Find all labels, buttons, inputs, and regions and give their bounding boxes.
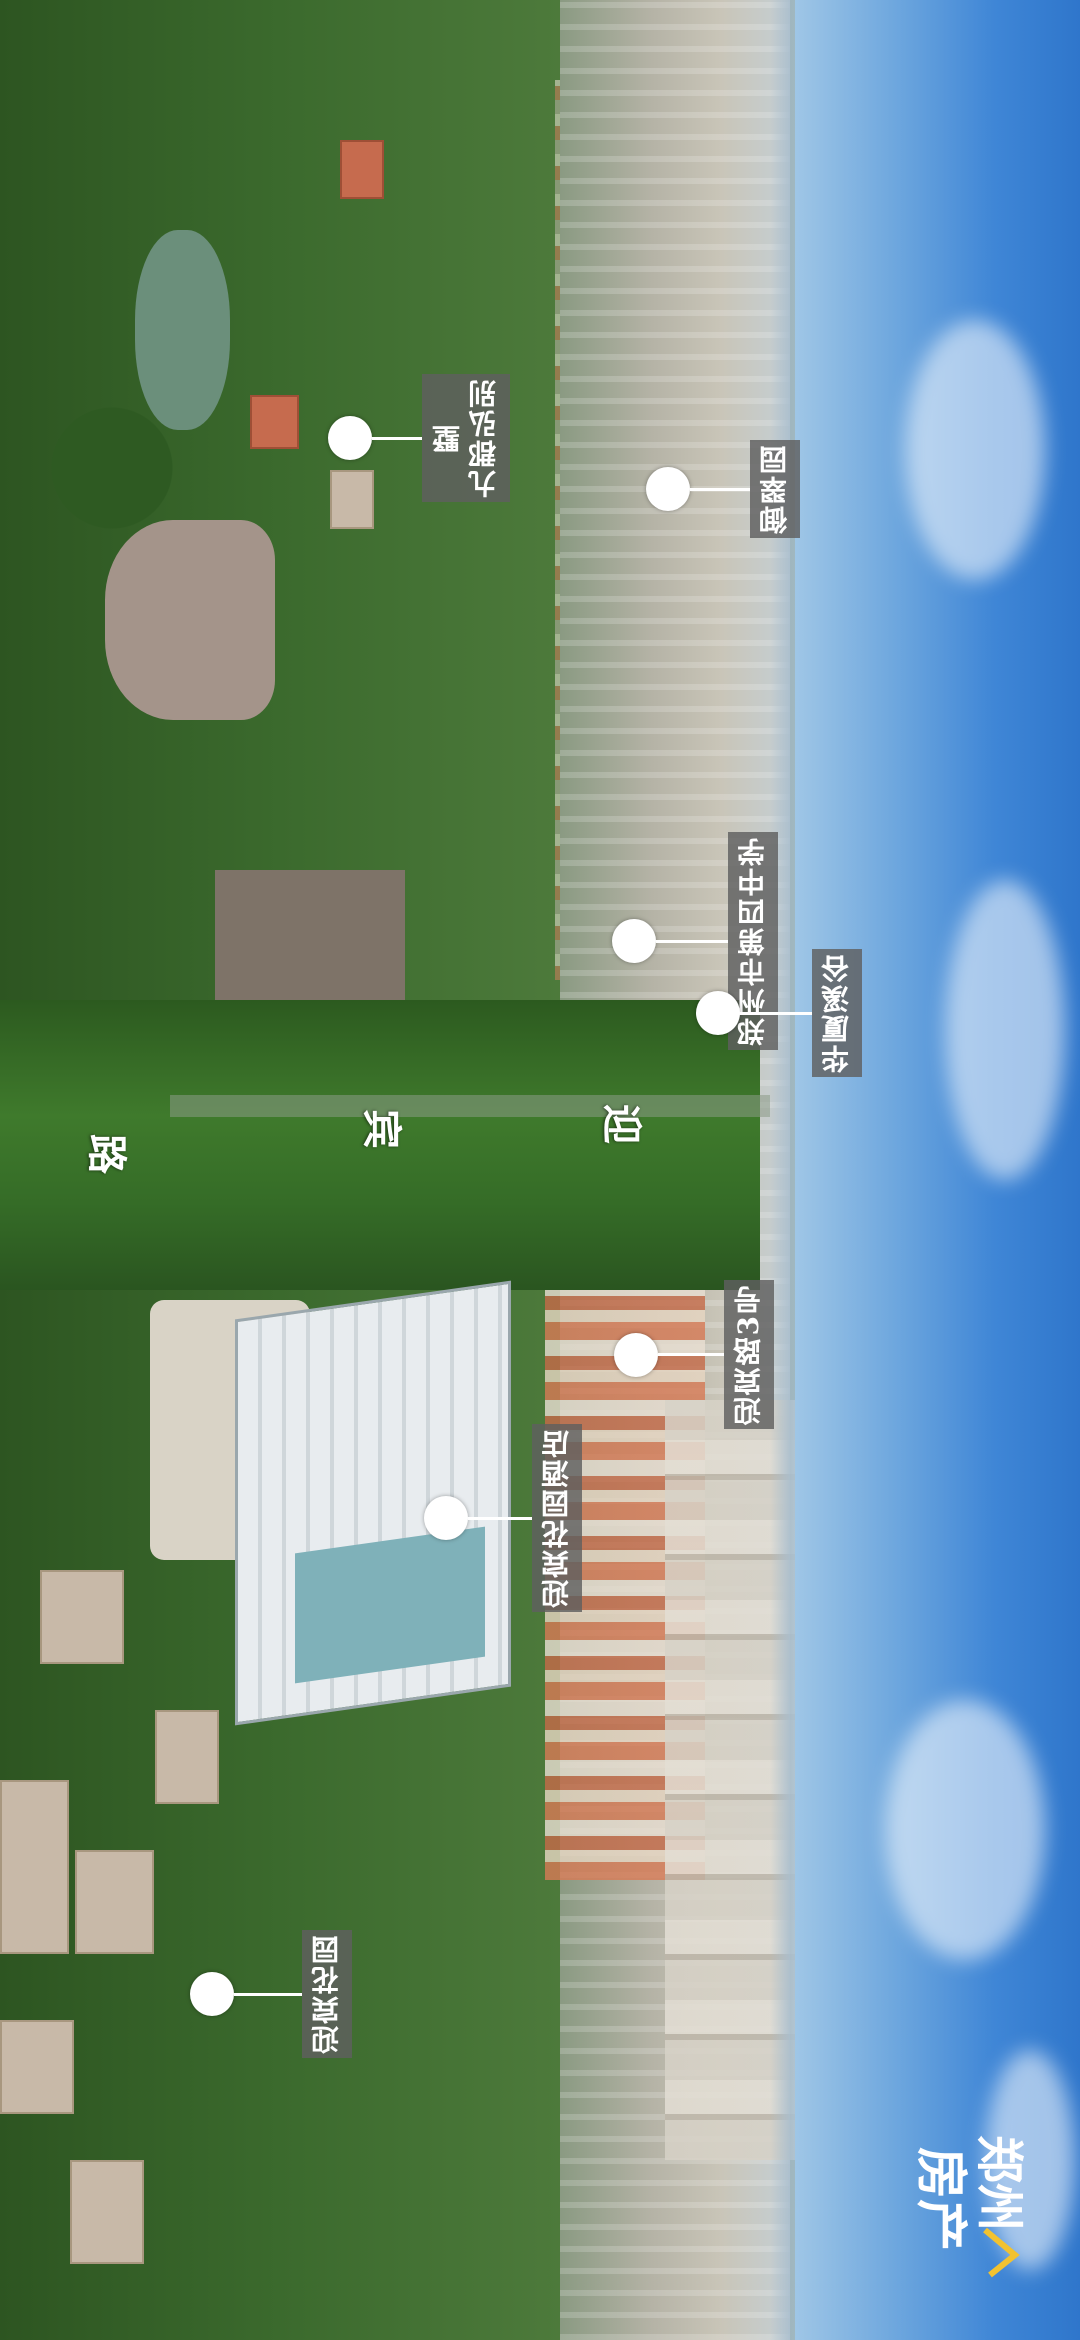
aerial-photo-scene: 迎 宾 路 墅 九郡弘别 御翠园 郑州市第四中学 华厦溪谷 迎宾路3号 迎宾花园… bbox=[0, 0, 1080, 2340]
leader-line bbox=[372, 436, 422, 440]
villa bbox=[70, 2160, 144, 2264]
villa bbox=[75, 1850, 154, 1954]
avenue-road bbox=[170, 1095, 770, 1117]
logo-text-top: 郑州 bbox=[971, 2135, 1027, 2231]
pond bbox=[135, 230, 230, 430]
road-name-char: 宾 bbox=[358, 1109, 405, 1149]
school-building bbox=[215, 870, 405, 1000]
leader-line bbox=[656, 939, 728, 943]
location-dot bbox=[424, 1496, 468, 1540]
road-name-char: 路 bbox=[83, 1134, 130, 1174]
location-dot bbox=[190, 1972, 234, 2016]
villa bbox=[40, 1570, 124, 1664]
villa bbox=[0, 2020, 74, 2114]
label-tag: 迎宾路3号 bbox=[724, 1280, 774, 1430]
label-text: 御翠园 bbox=[758, 444, 791, 534]
annotation-yingbinlu-3: 迎宾路3号 bbox=[614, 1280, 774, 1430]
villa bbox=[250, 395, 299, 449]
annotation-jiujun-hongbie: 墅 九郡弘别 bbox=[328, 374, 510, 502]
label-text: 墅 bbox=[431, 423, 464, 453]
label-text: 迎宾路3号 bbox=[732, 1284, 765, 1426]
location-dot bbox=[646, 467, 690, 511]
location-dot bbox=[328, 416, 372, 460]
leader-line bbox=[658, 1353, 724, 1357]
annotation-huasha-xigu: 华厦溪谷 bbox=[696, 949, 862, 1077]
annotation-yingbin-hotel: 迎宾花园酒店 bbox=[424, 1424, 582, 1612]
label-text: 迎宾花园酒店 bbox=[540, 1428, 573, 1608]
leader-line bbox=[234, 1992, 302, 1996]
leader-line bbox=[468, 1516, 532, 1520]
zhengzhou-property-logo: 郑州 房产 bbox=[910, 2135, 1027, 2278]
annotation-yingbin-garden: 迎宾花园 bbox=[190, 1930, 352, 2058]
location-dot bbox=[696, 991, 740, 1035]
leader-line bbox=[740, 1011, 812, 1015]
road-name-char: 迎 bbox=[598, 1104, 645, 1144]
logo-roof-icon bbox=[983, 2227, 1020, 2278]
logo-text-bottom: 房产 bbox=[910, 2147, 971, 2251]
label-tag: 迎宾花园酒店 bbox=[532, 1424, 582, 1612]
sky bbox=[795, 0, 1080, 2340]
annotation-yucuiyuan: 御翠园 bbox=[646, 440, 800, 538]
villa bbox=[0, 1780, 69, 1954]
villa bbox=[155, 1710, 219, 1804]
villa bbox=[340, 140, 384, 199]
label-tag: 华厦溪谷 bbox=[812, 949, 862, 1077]
label-tag: 墅 九郡弘别 bbox=[422, 374, 510, 502]
label-tag: 御翠园 bbox=[750, 440, 800, 538]
label-text: 迎宾花园 bbox=[310, 1934, 343, 2054]
leader-line bbox=[690, 487, 750, 491]
clubhouse-building bbox=[105, 520, 275, 720]
location-dot bbox=[612, 919, 656, 963]
label-tag: 迎宾花园 bbox=[302, 1930, 352, 2058]
label-text: 华厦溪谷 bbox=[820, 953, 853, 1073]
location-dot bbox=[614, 1332, 658, 1377]
label-text: 九郡弘别 bbox=[467, 378, 500, 498]
